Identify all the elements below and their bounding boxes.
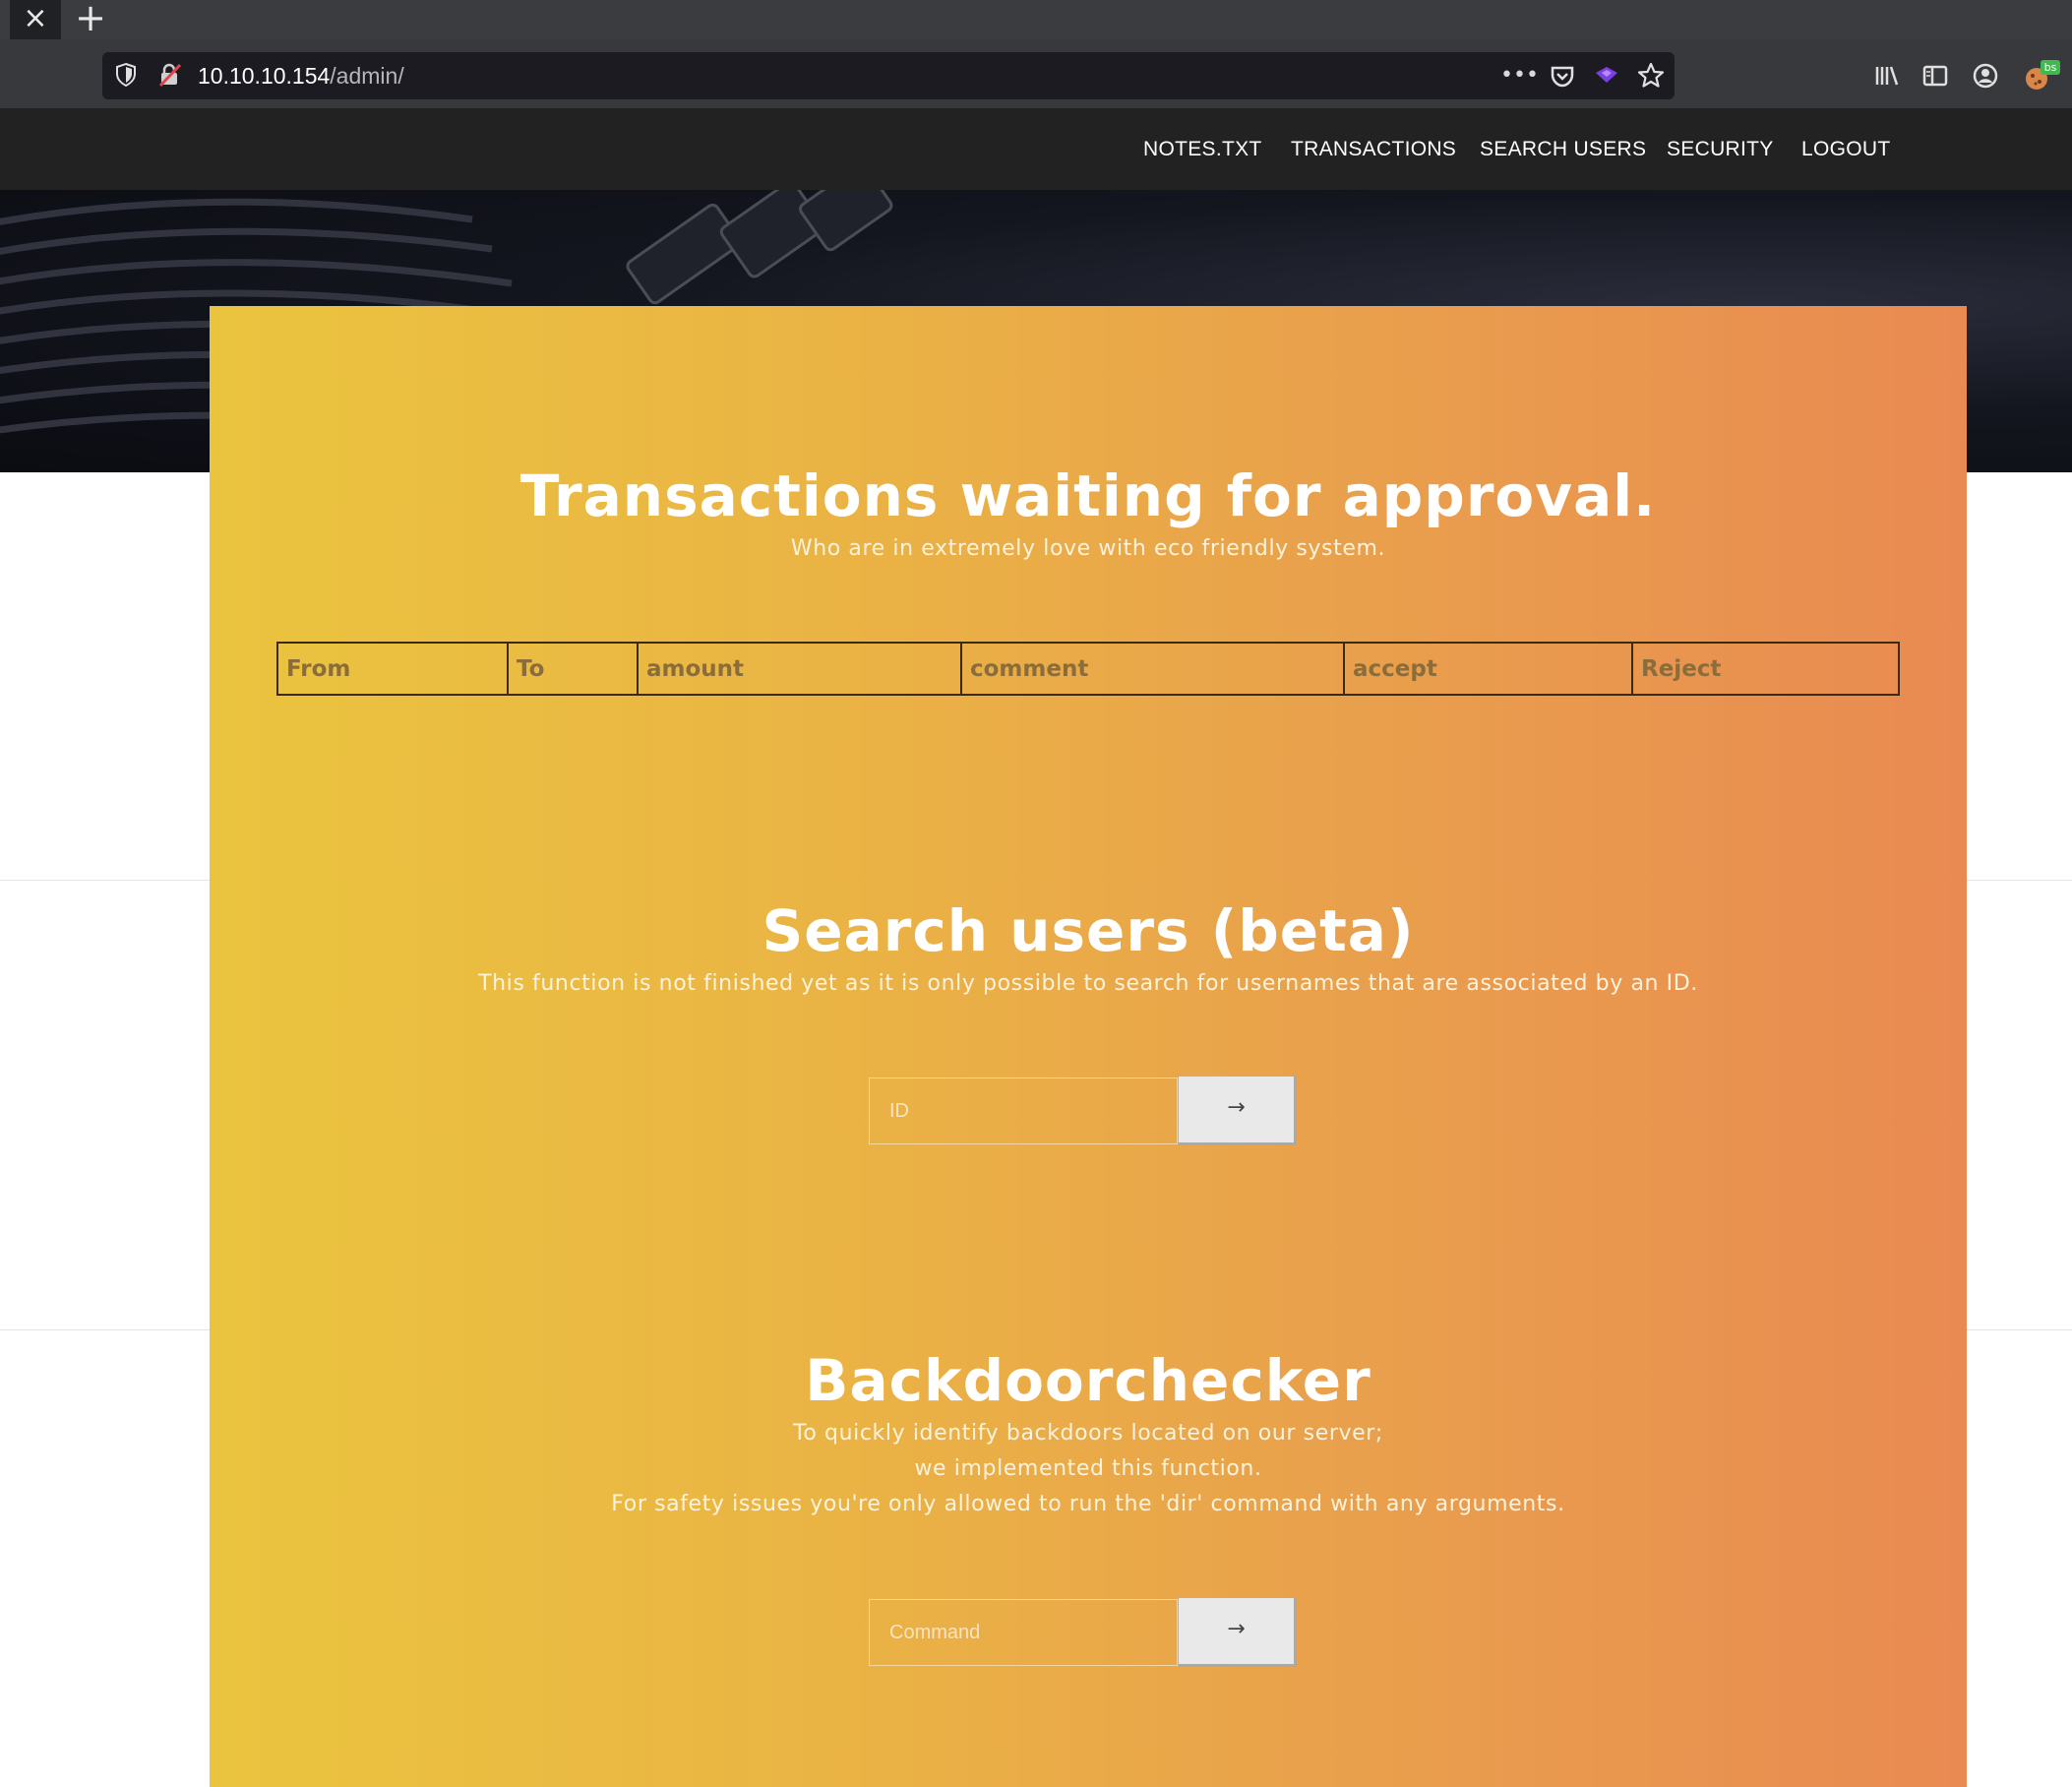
sidebar-icon[interactable] (1919, 59, 1952, 92)
tracking-shield-icon[interactable] (114, 62, 138, 88)
pocket-icon[interactable] (1546, 59, 1579, 92)
url-path: /admin/ (330, 63, 404, 89)
transactions-table: From To amount comment accept Reject (276, 642, 1900, 696)
bookmark-star-icon[interactable] (1634, 59, 1668, 92)
extension-purple-icon[interactable] (1590, 59, 1623, 92)
nav-search-users[interactable]: SEARCH USERS (1480, 108, 1646, 190)
command-submit-button[interactable]: → (1179, 1598, 1297, 1667)
table-header-row: From To amount comment accept Reject (276, 642, 1900, 696)
column-header-amount: amount (637, 642, 962, 696)
search-submit-button[interactable]: → (1179, 1077, 1297, 1145)
id-input[interactable] (870, 1078, 1177, 1143)
nav-transactions[interactable]: TRANSACTIONS (1291, 108, 1456, 190)
id-field[interactable] (869, 1078, 1178, 1144)
transactions-subtitle: Who are in extremely love with eco frien… (790, 536, 1386, 561)
column-header-reject: Reject (1631, 642, 1900, 696)
extension-badge: bs (2044, 61, 2057, 74)
command-field[interactable] (869, 1599, 1178, 1666)
search-users-subtitle: This function is not finished yet as it … (478, 971, 1698, 996)
search-users-title: Search users (beta) (762, 897, 1415, 964)
account-icon[interactable] (1969, 59, 2002, 92)
backdoorchecker-line-1: To quickly identify backdoors located on… (793, 1421, 1383, 1446)
close-tab-icon[interactable]: × (10, 0, 61, 39)
command-input[interactable] (870, 1600, 1177, 1665)
transactions-title: Transactions waiting for approval. (519, 462, 1657, 529)
nav-logout[interactable]: LOGOUT (1801, 108, 1890, 190)
page-actions-icon[interactable]: ••• (1500, 59, 1539, 92)
url-host: 10.10.10.154 (198, 63, 331, 89)
column-header-comment: comment (960, 642, 1345, 696)
column-header-to: To (507, 642, 639, 696)
backdoorchecker-line-3: For safety issues you're only allowed to… (611, 1492, 1565, 1516)
insecure-lock-icon[interactable] (157, 62, 183, 88)
library-icon[interactable] (1869, 59, 1903, 92)
column-header-accept: accept (1343, 642, 1633, 696)
backdoorchecker-line-2: we implemented this function. (914, 1456, 1262, 1481)
browser-tab-bar (0, 0, 2072, 39)
backdoorchecker-title: Backdoorchecker (805, 1347, 1371, 1414)
new-tab-icon[interactable]: + (71, 0, 110, 39)
nav-notes-txt[interactable]: NOTES.TXT (1143, 108, 1262, 190)
cookie-extension-icon[interactable]: bs (2021, 59, 2066, 92)
url-text[interactable]: 10.10.10.154/admin/ (198, 55, 404, 96)
nav-security[interactable]: SECURITY (1667, 108, 1774, 190)
column-header-from: From (276, 642, 509, 696)
